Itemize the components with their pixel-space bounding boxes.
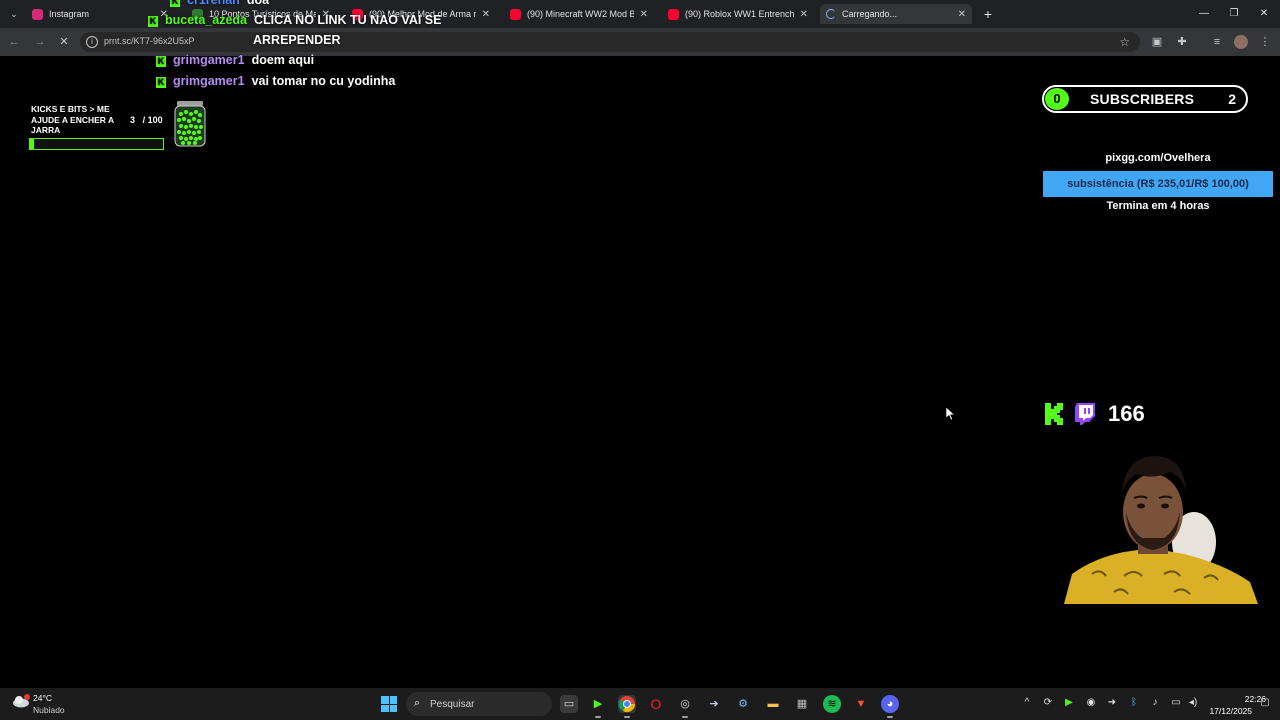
tray-app-icon[interactable]: ◉ xyxy=(1085,697,1097,709)
kick-badge-icon: K xyxy=(156,77,166,88)
extensions-icon[interactable]: ✚ xyxy=(1175,35,1189,49)
close-icon[interactable]: ✕ xyxy=(640,9,648,20)
youtube-icon xyxy=(668,8,679,20)
notifications-icon[interactable]: ▢ xyxy=(1259,697,1271,709)
brave-icon[interactable]: ▼ xyxy=(852,695,870,713)
chat-text: ARREPENDER xyxy=(253,33,341,47)
chat-username: grimgamer1 xyxy=(173,74,245,88)
subscribers-label: SUBSCRIBERS xyxy=(1090,91,1195,107)
loading-spinner-icon xyxy=(826,9,836,19)
close-icon[interactable]: ✕ xyxy=(958,9,966,20)
donation-progress-text: subsistência (R$ 235,01/R$ 100,00) xyxy=(1067,178,1249,190)
tab-loading-active[interactable]: Carregando... ✕ xyxy=(820,4,972,24)
search-placeholder: Pesquisar xyxy=(430,699,475,710)
bookmark-star-icon[interactable]: ☆ xyxy=(1119,35,1130,49)
volume-icon[interactable]: ◂) xyxy=(1187,697,1199,709)
donation-link: pixgg.com/Ovelhera xyxy=(1105,152,1211,164)
discord-icon[interactable]: ◕ xyxy=(881,695,899,718)
chat-text: CLICA NO LINK TU NAO VAI SE xyxy=(253,13,442,27)
chat-text: doem aqui xyxy=(251,53,315,67)
weather-cloud-icon[interactable] xyxy=(12,694,30,708)
weather-description[interactable]: Nubiado xyxy=(33,705,65,715)
media-controls-icon[interactable]: ≡ xyxy=(1210,35,1224,49)
windows-taskbar: 24°C Nubiado ⌕ Pesquisar ▭ ▶ O ◎ ➔ ⚙ ▬ ▦… xyxy=(0,688,1280,720)
jar-counter: 3 / 100 xyxy=(130,115,163,125)
steam-icon[interactable]: ⚙ xyxy=(734,695,752,713)
mouse-cursor-icon xyxy=(946,407,956,421)
donation-progress-bar: subsistência (R$ 235,01/R$ 100,00) xyxy=(1043,171,1273,197)
tab-youtube-roblox-ww1[interactable]: (90) Roblox WW1 Entrenched ( ✕ xyxy=(662,4,814,24)
subscribers-current: 0 xyxy=(1045,88,1069,110)
restore-icon[interactable]: ❐ xyxy=(1226,6,1242,22)
cast-icon[interactable]: ▣ xyxy=(1150,35,1164,49)
jar-progress-fill xyxy=(30,139,34,149)
file-explorer-icon[interactable]: ▬ xyxy=(764,695,782,713)
chrome-icon[interactable] xyxy=(618,695,636,718)
kick-badge-icon: K xyxy=(170,0,180,7)
opera-icon[interactable]: O xyxy=(647,695,665,713)
microphone-icon[interactable]: ♪ xyxy=(1149,697,1161,709)
jar-title: KICKS E BITS > ME AJUDE A ENCHER A JARRA xyxy=(31,104,114,135)
weather-temperature[interactable]: 24°C xyxy=(33,693,52,703)
spotify-icon[interactable]: ≋ xyxy=(823,695,841,713)
bluetooth-icon[interactable]: ᛒ xyxy=(1128,697,1140,709)
windows-start-icon[interactable] xyxy=(381,696,397,712)
stream-chat-overlay: K cr1renan doa K buceta_azeda CLICA NO L… xyxy=(0,0,640,100)
chat-message: K buceta_azeda CLICA NO LINK TU NAO VAI … xyxy=(148,13,441,27)
tray-overflow-icon[interactable]: ^ xyxy=(1021,697,1033,709)
chat-username: cr1renan xyxy=(187,0,240,7)
chat-username: grimgamer1 xyxy=(173,53,245,67)
jar-current: 3 xyxy=(130,115,136,125)
tray-sync-icon[interactable]: ⟳ xyxy=(1042,697,1054,709)
clock-date[interactable]: 17/12/2025 xyxy=(1206,706,1252,716)
app-grid-icon[interactable]: ▦ xyxy=(793,695,811,713)
tab-title: Carregando... xyxy=(842,9,898,19)
close-icon[interactable]: ✕ xyxy=(800,9,808,20)
chat-message: K grimgamer1 vai tomar no cu yodinha xyxy=(156,74,395,88)
chat-message: K grimgamer1 doem aqui xyxy=(156,53,314,67)
webcam-feed xyxy=(1064,446,1258,604)
viewer-counter: 166 xyxy=(1044,400,1145,428)
network-icon[interactable]: ▭ xyxy=(1170,697,1182,709)
jar-goal: / 100 xyxy=(142,115,163,125)
task-view-icon[interactable]: ▭ xyxy=(560,695,578,713)
kick-logo-icon xyxy=(1045,403,1063,425)
subscribers-goal-widget: 0 SUBSCRIBERS 2 xyxy=(1042,85,1248,113)
chat-text: vai tomar no cu yodinha xyxy=(251,74,396,88)
donation-end-time: Termina em 4 horas xyxy=(1106,200,1210,212)
app-arrow-icon[interactable]: ➔ xyxy=(705,695,723,713)
tray-arrow-icon[interactable]: ➜ xyxy=(1106,697,1118,709)
tab-title: (90) Roblox WW1 Entrenched ( xyxy=(685,9,794,19)
obs-icon[interactable]: ◎ xyxy=(676,695,694,718)
window-close-icon[interactable]: ✕ xyxy=(1256,6,1272,22)
kicks-jar-widget: KICKS E BITS > ME AJUDE A ENCHER A JARRA… xyxy=(28,100,208,152)
kick-badge-icon: K xyxy=(156,56,166,67)
chat-message: K cr1renan doa xyxy=(170,0,269,7)
jar-icon xyxy=(174,101,206,147)
chat-message-continued: ARREPENDER xyxy=(253,33,341,47)
chat-text: doa xyxy=(246,0,270,7)
chat-username: buceta_azeda xyxy=(165,13,247,27)
jar-progress-bar xyxy=(29,138,164,150)
kick-studio-icon[interactable]: ▶ xyxy=(589,695,607,718)
twitch-logo-icon xyxy=(1075,403,1095,425)
taskbar-search[interactable]: ⌕ Pesquisar xyxy=(406,692,552,716)
kick-badge-icon: K xyxy=(148,16,158,27)
tray-kick-icon[interactable]: ▶ xyxy=(1063,697,1075,709)
search-icon: ⌕ xyxy=(414,697,421,709)
profile-avatar[interactable] xyxy=(1234,35,1248,49)
subscribers-goal: 2 xyxy=(1228,91,1236,107)
new-tab-button[interactable]: + xyxy=(980,6,996,22)
menu-kebab-icon[interactable]: ⋮ xyxy=(1258,35,1272,49)
viewer-count: 166 xyxy=(1108,401,1145,426)
minimize-icon[interactable]: — xyxy=(1196,6,1212,22)
